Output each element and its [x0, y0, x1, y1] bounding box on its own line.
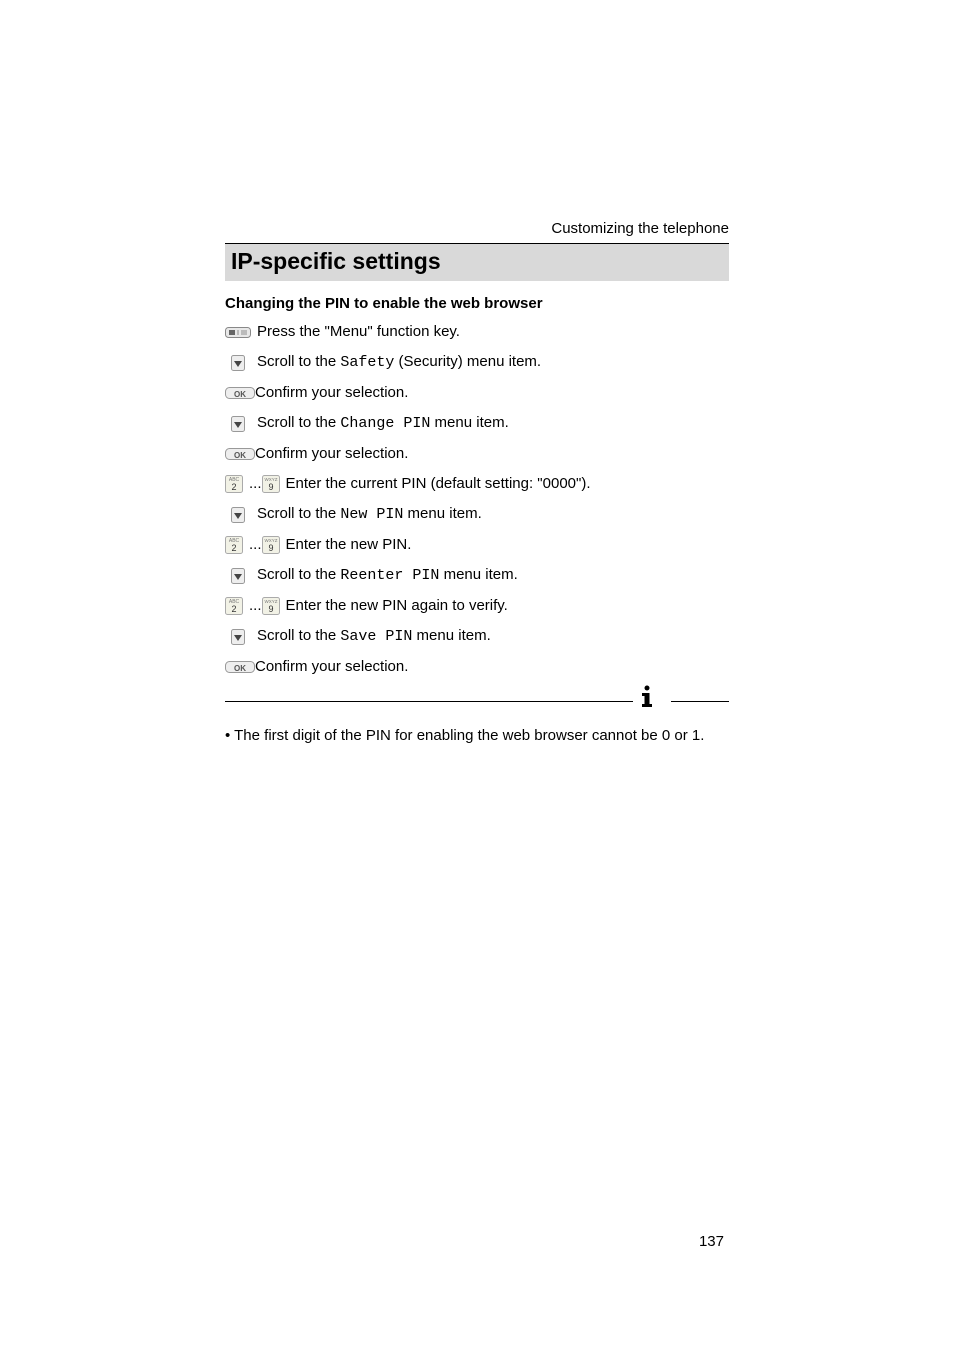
code-safety: Safety — [340, 354, 394, 371]
svg-text:2: 2 — [231, 482, 236, 492]
text-post: menu item. — [430, 414, 508, 431]
step-scroll-safety: Scroll to the Safety (Security) menu ite… — [225, 352, 729, 373]
step-text: Confirm your selection. — [255, 383, 408, 403]
info-icon — [639, 685, 655, 709]
text-pre: Scroll to the — [257, 353, 340, 370]
rule-right — [671, 701, 729, 702]
step-text: Press the "Menu" function key. — [257, 322, 460, 342]
info-separator — [225, 687, 729, 717]
code-new-pin: New PIN — [340, 506, 403, 523]
step-text: Confirm your selection. — [255, 657, 408, 677]
step-text: Enter the new PIN. — [286, 535, 412, 555]
section-title-bar: IP-specific settings — [225, 243, 729, 281]
text-post: menu item. — [412, 627, 490, 644]
step-press-menu: Press the "Menu" function key. — [225, 322, 729, 342]
step-enter-pin-again: ABC 2 ... WXYZ 9 Enter the new PIN again… — [225, 596, 729, 616]
step-text: Scroll to the Reenter PIN menu item. — [257, 565, 518, 586]
step-text: Enter the new PIN again to verify. — [286, 596, 508, 616]
digit-2-key-icon: ABC 2 — [225, 475, 243, 493]
svg-text:OK: OK — [234, 664, 246, 673]
ok-key-icon: OK — [225, 446, 255, 462]
svg-text:OK: OK — [234, 390, 246, 399]
page-container: Customizing the telephone IP-specific se… — [0, 0, 954, 1350]
code-change-pin: Change PIN — [340, 415, 430, 432]
digit-9-key-icon: WXYZ 9 — [262, 475, 280, 493]
svg-text:2: 2 — [231, 604, 236, 614]
text-post: (Security) menu item. — [394, 353, 541, 370]
step-text: Scroll to the Safety (Security) menu ite… — [257, 352, 541, 373]
text-post: menu item. — [403, 505, 481, 522]
digit-2-key-icon: ABC 2 — [225, 597, 243, 615]
step-scroll-change-pin: Scroll to the Change PIN menu item. — [225, 413, 729, 434]
code-save-pin: Save PIN — [340, 628, 412, 645]
note-text: • The first digit of the PIN for enablin… — [225, 727, 729, 744]
running-head: Customizing the telephone — [225, 220, 729, 237]
step-text: Confirm your selection. — [255, 444, 408, 464]
svg-text:2: 2 — [231, 543, 236, 553]
key-range-separator: ... — [249, 535, 262, 555]
svg-text:9: 9 — [268, 482, 273, 492]
step-text: Scroll to the Change PIN menu item. — [257, 413, 509, 434]
scroll-down-icon — [225, 568, 251, 584]
text-pre: Scroll to the — [257, 505, 340, 522]
step-scroll-save-pin: Scroll to the Save PIN menu item. — [225, 626, 729, 647]
scroll-down-icon — [225, 416, 251, 432]
text-post: menu item. — [439, 566, 517, 583]
menu-key-icon — [225, 324, 251, 340]
step-confirm-1: OK Confirm your selection. — [225, 383, 729, 403]
step-text: Scroll to the New PIN menu item. — [257, 504, 482, 525]
section-subheading: Changing the PIN to enable the web brows… — [225, 295, 729, 312]
text-pre: Scroll to the — [257, 414, 340, 431]
scroll-down-icon — [225, 629, 251, 645]
digit-9-key-icon: WXYZ 9 — [262, 597, 280, 615]
section-title: IP-specific settings — [231, 248, 723, 275]
text-pre: Scroll to the — [257, 627, 340, 644]
step-scroll-reenter-pin: Scroll to the Reenter PIN menu item. — [225, 565, 729, 586]
code-reenter-pin: Reenter PIN — [340, 567, 439, 584]
step-confirm-3: OK Confirm your selection. — [225, 657, 729, 677]
step-enter-current-pin: ABC 2 ... WXYZ 9 Enter the current PIN (… — [225, 474, 729, 494]
page-number: 137 — [699, 1233, 724, 1250]
svg-text:9: 9 — [268, 543, 273, 553]
svg-text:9: 9 — [268, 604, 273, 614]
step-text: Scroll to the Save PIN menu item. — [257, 626, 491, 647]
step-confirm-2: OK Confirm your selection. — [225, 444, 729, 464]
scroll-down-icon — [225, 507, 251, 523]
step-scroll-new-pin: Scroll to the New PIN menu item. — [225, 504, 729, 525]
step-text: Enter the current PIN (default setting: … — [286, 474, 591, 494]
digit-2-key-icon: ABC 2 — [225, 536, 243, 554]
ok-key-icon: OK — [225, 659, 255, 675]
step-enter-new-pin: ABC 2 ... WXYZ 9 Enter the new PIN. — [225, 535, 729, 555]
svg-text:OK: OK — [234, 451, 246, 460]
ok-key-icon: OK — [225, 385, 255, 401]
rule-left — [225, 701, 633, 702]
key-range-separator: ... — [249, 474, 262, 494]
digit-9-key-icon: WXYZ 9 — [262, 536, 280, 554]
key-range-separator: ... — [249, 596, 262, 616]
scroll-down-icon — [225, 355, 251, 371]
text-pre: Scroll to the — [257, 566, 340, 583]
